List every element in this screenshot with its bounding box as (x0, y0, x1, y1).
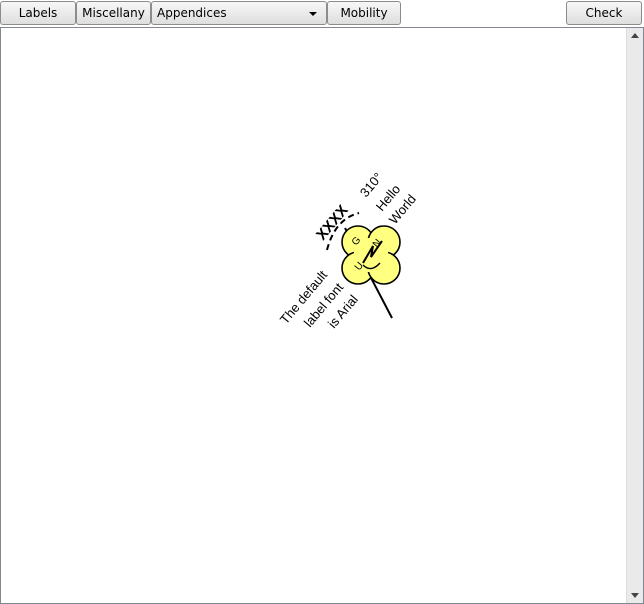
chevron-down-icon (309, 12, 317, 16)
scroll-down-icon[interactable] (631, 593, 639, 598)
military-symbol: G N U XXXX 310° Hello World The default … (277, 170, 419, 331)
appendices-dropdown-value: Appendices (157, 6, 227, 20)
miscellany-button[interactable]: Miscellany (76, 1, 151, 25)
mobility-button[interactable]: Mobility (327, 1, 401, 25)
vertical-scrollbar[interactable] (626, 28, 643, 603)
scroll-up-icon[interactable] (631, 33, 639, 38)
labels-button[interactable]: Labels (0, 1, 76, 25)
appendices-dropdown[interactable]: Appendices (151, 1, 327, 25)
map-canvas[interactable]: G N U XXXX 310° Hello World The default … (0, 27, 644, 604)
check-button[interactable]: Check (566, 1, 642, 25)
toolbar: Labels Miscellany Appendices Mobility Ch… (0, 0, 644, 27)
